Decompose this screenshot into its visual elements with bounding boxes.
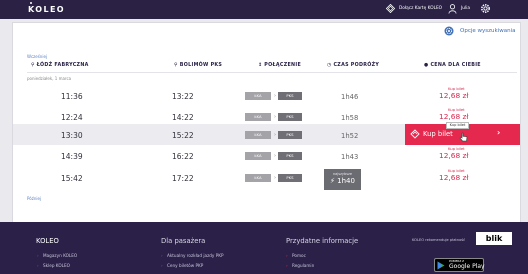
footer-link[interactable]: Pomoc <box>292 253 306 258</box>
koleo-logo[interactable]: KOLEO <box>28 5 65 14</box>
carrier-b: PKS <box>278 113 302 121</box>
diamond-icon[interactable] <box>386 4 395 13</box>
duration: 1h40 <box>337 177 355 185</box>
duration: 1h58 <box>341 114 359 122</box>
departure-time: 13:30 <box>61 131 83 140</box>
user-icon[interactable] <box>448 4 457 14</box>
carrier-a: ŁKA <box>245 152 271 160</box>
gear-icon[interactable] <box>480 3 491 14</box>
price[interactable]: 12,68 zł <box>439 91 469 100</box>
carrier-a: ŁKA <box>245 174 271 182</box>
google-play-text: Google Play <box>449 263 485 270</box>
blik-logo[interactable]: blik <box>476 232 512 245</box>
header-divider <box>27 72 517 73</box>
carrier-a: ŁKA <box>245 131 271 139</box>
arrival-time: 16:22 <box>172 152 194 161</box>
connection-bar: ŁKA › PKS <box>245 174 302 182</box>
price[interactable]: 12,68 zł <box>439 151 469 160</box>
footer-link[interactable]: Aktualny rozkład jazdy PKP <box>167 253 224 258</box>
google-play-icon <box>437 261 445 270</box>
duration: 1h46 <box>341 93 359 101</box>
departure-time: 11:36 <box>61 92 83 101</box>
price[interactable]: 12,68 zł <box>439 112 469 121</box>
chevron-right-icon[interactable]: › <box>497 128 500 137</box>
logo-dot <box>30 2 32 4</box>
connection-bar: ŁKA › PKS <box>245 113 302 121</box>
search-options-link[interactable]: Opcje wyszukiwania <box>460 28 515 34</box>
footer-link[interactable]: Magazyn KOLEO <box>43 253 77 258</box>
column-price[interactable]: ● CENA DLA CIEBIE <box>424 63 481 68</box>
duration: 1h43 <box>341 153 359 161</box>
connection-bar: ŁKA › PKS <box>245 92 302 100</box>
bolt-icon: ⚡ <box>330 177 335 185</box>
later-link[interactable]: Później <box>27 196 41 201</box>
carrier-b: PKS <box>278 152 302 160</box>
user-name[interactable]: Julia <box>461 6 470 11</box>
connection-bar: ŁKA › PKS <box>245 131 302 139</box>
options-gear-icon[interactable] <box>444 26 454 36</box>
departure-time: 14:39 <box>61 152 83 161</box>
column-to[interactable]: ⚲ BOLIMÓW PKS <box>174 63 222 68</box>
fastest-label: najszybsze <box>332 172 353 176</box>
day-label: poniedziałek, 1 marca <box>27 76 72 81</box>
arrival-time: 15:22 <box>172 131 194 140</box>
price[interactable]: 12,68 zł <box>439 173 469 182</box>
footer-link[interactable]: Sklep KOLEO <box>43 263 70 268</box>
ticket-icon <box>410 129 420 139</box>
duration: 1h52 <box>341 132 359 140</box>
footer-passenger-title: Dla pasażera <box>161 237 206 245</box>
arrival-time: 13:22 <box>172 92 194 101</box>
carrier-b: PKS <box>278 131 302 139</box>
footer-link[interactable]: Regulamin <box>292 263 314 268</box>
carrier-b: PKS <box>278 174 302 182</box>
footer-link[interactable]: Ceny biletów PKP <box>167 263 203 268</box>
arrival-time: 17:22 <box>172 174 194 183</box>
blik-recommend-text: KOLEO rekomenduje płatność <box>412 238 466 242</box>
column-duration[interactable]: ◷ CZAS PODRÓŻY <box>327 63 379 68</box>
earlier-link[interactable]: Wcześniej <box>27 54 47 59</box>
add-koleo-card-link[interactable]: Dołącz Kartę KOLEO <box>399 6 442 11</box>
column-connection[interactable]: ↕ POŁĄCZENIE <box>258 63 301 68</box>
connection-bar: ŁKA › PKS <box>245 152 302 160</box>
arrival-time: 14:22 <box>172 113 194 122</box>
carrier-b: PKS <box>278 92 302 100</box>
carrier-a: ŁKA <box>245 113 271 121</box>
column-from[interactable]: ⚲ ŁÓDŹ FABRYCZNA <box>31 63 89 68</box>
carrier-a: ŁKA <box>245 92 271 100</box>
fastest-duration-badge: najszybsze ⚡ 1h40 <box>324 169 361 190</box>
footer-koleo-title: KOLEO <box>36 237 59 245</box>
buy-tooltip: Kup bilet <box>446 122 469 129</box>
departure-time: 15:42 <box>61 174 83 183</box>
departure-time: 12:24 <box>61 113 83 122</box>
footer-info-title: Przydatne informacje <box>286 237 359 245</box>
hand-cursor-icon <box>459 132 468 142</box>
buy-ticket-label[interactable]: Kup bilet <box>423 130 453 138</box>
